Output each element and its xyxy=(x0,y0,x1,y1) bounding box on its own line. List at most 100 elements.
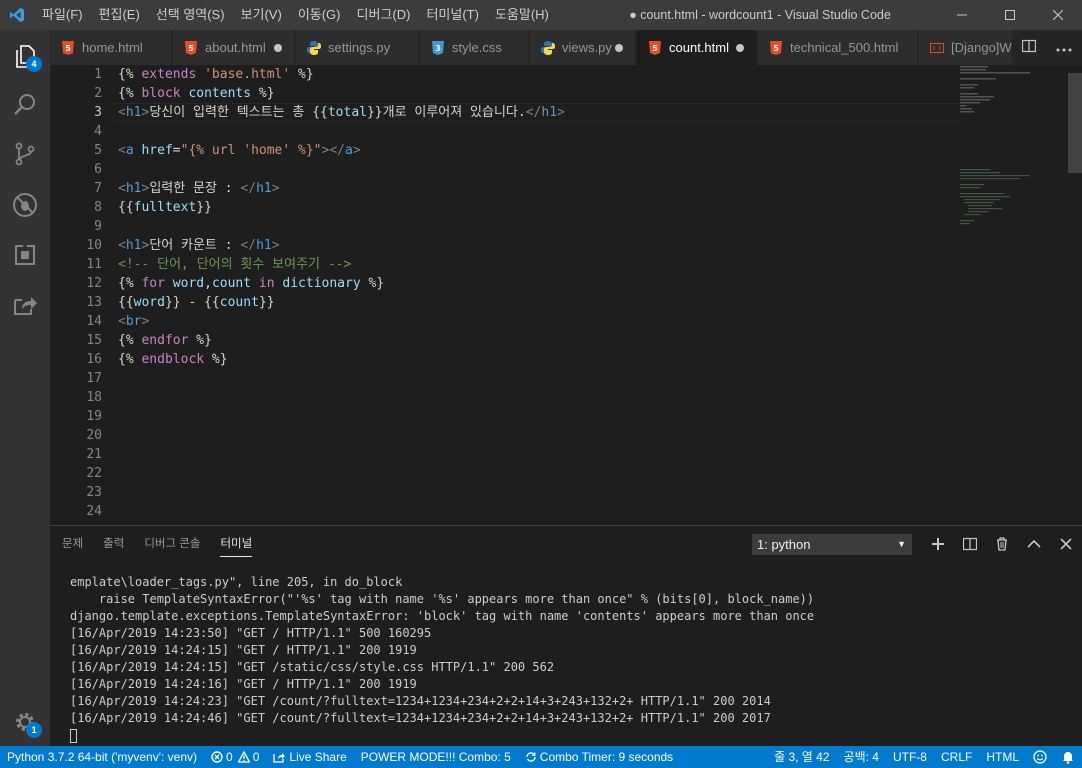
code-token: <!-- 단어, 단어의 횟수 보여주기 --> xyxy=(118,257,352,272)
code-line[interactable]: {{word}} - {{count}} xyxy=(118,293,948,312)
unsaved-dot-icon[interactable] xyxy=(615,44,623,52)
close-panel-button[interactable] xyxy=(1050,533,1082,555)
ellipsis-icon xyxy=(1056,48,1072,52)
menu-terminal[interactable]: 터미널(T) xyxy=(418,0,486,30)
code-lines[interactable]: {% extends 'base.html' %} {% block conten… xyxy=(118,65,948,369)
menu-file[interactable]: 파일(F) xyxy=(34,0,91,30)
plus-icon xyxy=(932,538,944,550)
terminal-line: emplate\loader_tags.py", line 205, in do… xyxy=(70,575,403,589)
minimap[interactable] xyxy=(958,65,1068,525)
code-line[interactable]: {% endblock %} xyxy=(118,350,948,369)
source-control-button[interactable] xyxy=(0,130,50,178)
tab-home-html[interactable]: 5 home.html xyxy=(50,30,172,65)
scrollbar-thumb[interactable] xyxy=(1068,73,1082,173)
menu-selection[interactable]: 선택 영역(S) xyxy=(148,0,233,30)
menu-help[interactable]: 도움말(H) xyxy=(487,0,557,30)
live-share-button[interactable] xyxy=(0,281,50,329)
code-line[interactable] xyxy=(118,160,948,179)
trash-icon xyxy=(997,537,1007,551)
code-token: h1 xyxy=(256,238,272,253)
code-token: for xyxy=(141,276,165,291)
debug-button[interactable] xyxy=(0,181,50,229)
terminal-line: django.template.exceptions.TemplateSynta… xyxy=(70,609,815,623)
editor-scrollbar[interactable] xyxy=(1068,65,1082,525)
unsaved-dot-icon[interactable] xyxy=(274,44,282,52)
search-button[interactable] xyxy=(0,81,50,129)
cursor-position[interactable]: 줄 3, 열 42 xyxy=(767,746,836,768)
code-line[interactable]: <h1>당신이 입력한 텍스트는 총 {{total}}개로 이루어져 있습니다… xyxy=(118,103,948,122)
menu-view[interactable]: 보기(V) xyxy=(233,0,290,30)
maximize-button[interactable] xyxy=(986,0,1034,30)
live-share-status[interactable]: Live Share xyxy=(266,746,353,768)
indentation[interactable]: 공백: 4 xyxy=(837,746,886,768)
code-line[interactable]: <h1>단어 카운트 : </h1> xyxy=(118,236,948,255)
extensions-button[interactable] xyxy=(0,231,50,279)
code-token: {% xyxy=(118,67,142,82)
code-line[interactable]: {% endfor %} xyxy=(118,331,948,350)
explorer-button[interactable]: 4 xyxy=(0,32,50,80)
code-token: extends xyxy=(141,67,197,82)
code-line[interactable]: {% block contents %} xyxy=(118,84,948,103)
minimize-button[interactable] xyxy=(938,0,986,30)
python-interpreter[interactable]: Python 3.7.2 64-bit ('myvenv': venv) xyxy=(0,746,204,768)
settings-button[interactable]: 1 xyxy=(0,698,50,746)
tab-terminal[interactable]: 터미널 xyxy=(220,532,253,557)
kill-terminal-button[interactable] xyxy=(986,533,1018,555)
menu-go[interactable]: 이동(G) xyxy=(290,0,349,30)
menu-edit[interactable]: 편집(E) xyxy=(91,0,148,30)
language-mode[interactable]: HTML xyxy=(979,746,1026,768)
tab-style-css[interactable]: 3 style.css xyxy=(420,30,529,65)
line-number: 14 xyxy=(86,314,102,329)
tab-django-preview[interactable]: [Django]W xyxy=(919,30,1019,65)
problems-indicator[interactable]: 0 0 xyxy=(204,746,266,768)
split-editor-button[interactable] xyxy=(1021,39,1037,56)
tab-count-html[interactable]: 5 count.html xyxy=(637,30,757,65)
feedback-button[interactable] xyxy=(1026,750,1054,764)
tab-views-py[interactable]: views.py xyxy=(530,30,636,65)
line-number: 2 xyxy=(94,86,102,101)
code-line[interactable]: <!-- 단어, 단어의 횟수 보여주기 --> xyxy=(118,255,948,274)
more-actions-button[interactable] xyxy=(1056,40,1072,55)
new-terminal-button[interactable] xyxy=(922,533,954,555)
tab-settings-py[interactable]: settings.py xyxy=(296,30,419,65)
bottom-panel: 문제 출력 디버그 콘솔 터미널 1: python ▼ emplate\loa… xyxy=(50,525,1082,746)
line-number: 20 xyxy=(86,428,102,443)
html5-icon: 5 xyxy=(60,40,76,56)
code-line[interactable]: {% extends 'base.html' %} xyxy=(118,65,948,84)
line-number: 21 xyxy=(86,447,102,462)
terminal-selector[interactable]: 1: python ▼ xyxy=(752,534,912,555)
terminal-prompt[interactable] xyxy=(70,727,1070,744)
terminal-output[interactable]: emplate\loader_tags.py", line 205, in do… xyxy=(70,574,1070,744)
css3-icon: 3 xyxy=(430,40,446,56)
menu-bar: 파일(F) 편집(E) 선택 영역(S) 보기(V) 이동(G) 디버그(D) … xyxy=(34,0,557,30)
unsaved-dot-icon[interactable] xyxy=(736,44,744,52)
tab-output[interactable]: 출력 xyxy=(103,526,124,562)
tab-debug-console[interactable]: 디버그 콘솔 xyxy=(144,526,200,562)
preview-icon xyxy=(929,40,945,56)
maximize-panel-button[interactable] xyxy=(1018,533,1050,555)
notifications-button[interactable] xyxy=(1054,750,1082,764)
code-line[interactable] xyxy=(118,217,948,236)
tab-technical-500-html[interactable]: 5 technical_500.html xyxy=(758,30,918,65)
code-line[interactable]: {{fulltext}} xyxy=(118,198,948,217)
menu-debug[interactable]: 디버그(D) xyxy=(349,0,419,30)
code-line[interactable]: <a href="{% url 'home' %}"></a> xyxy=(118,141,948,160)
code-token: < xyxy=(118,314,126,329)
encoding[interactable]: UTF-8 xyxy=(886,746,934,768)
source-control-icon xyxy=(15,142,35,166)
end-of-line[interactable]: CRLF xyxy=(934,746,979,768)
split-terminal-button[interactable] xyxy=(954,533,986,555)
bell-icon xyxy=(1063,752,1073,764)
code-line[interactable]: <h1>입력한 문장 : </h1> xyxy=(118,179,948,198)
code-line[interactable]: {% for word,count in dictionary %} xyxy=(118,274,948,293)
split-terminal-icon xyxy=(963,537,977,551)
close-icon xyxy=(1053,10,1063,20)
code-editor[interactable]: 1 2 3 4 5 6 7 8 9 10 11 12 13 14 15 16 17 18 19 20 21 22 23 24 … xyxy=(50,65,1082,525)
close-window-button[interactable] xyxy=(1034,0,1082,30)
code-token: < xyxy=(118,238,126,253)
code-line[interactable]: <br> xyxy=(118,312,948,331)
tab-about-html[interactable]: 5 about.html xyxy=(173,30,295,65)
code-line[interactable] xyxy=(118,122,948,141)
tab-problems[interactable]: 문제 xyxy=(62,526,83,562)
